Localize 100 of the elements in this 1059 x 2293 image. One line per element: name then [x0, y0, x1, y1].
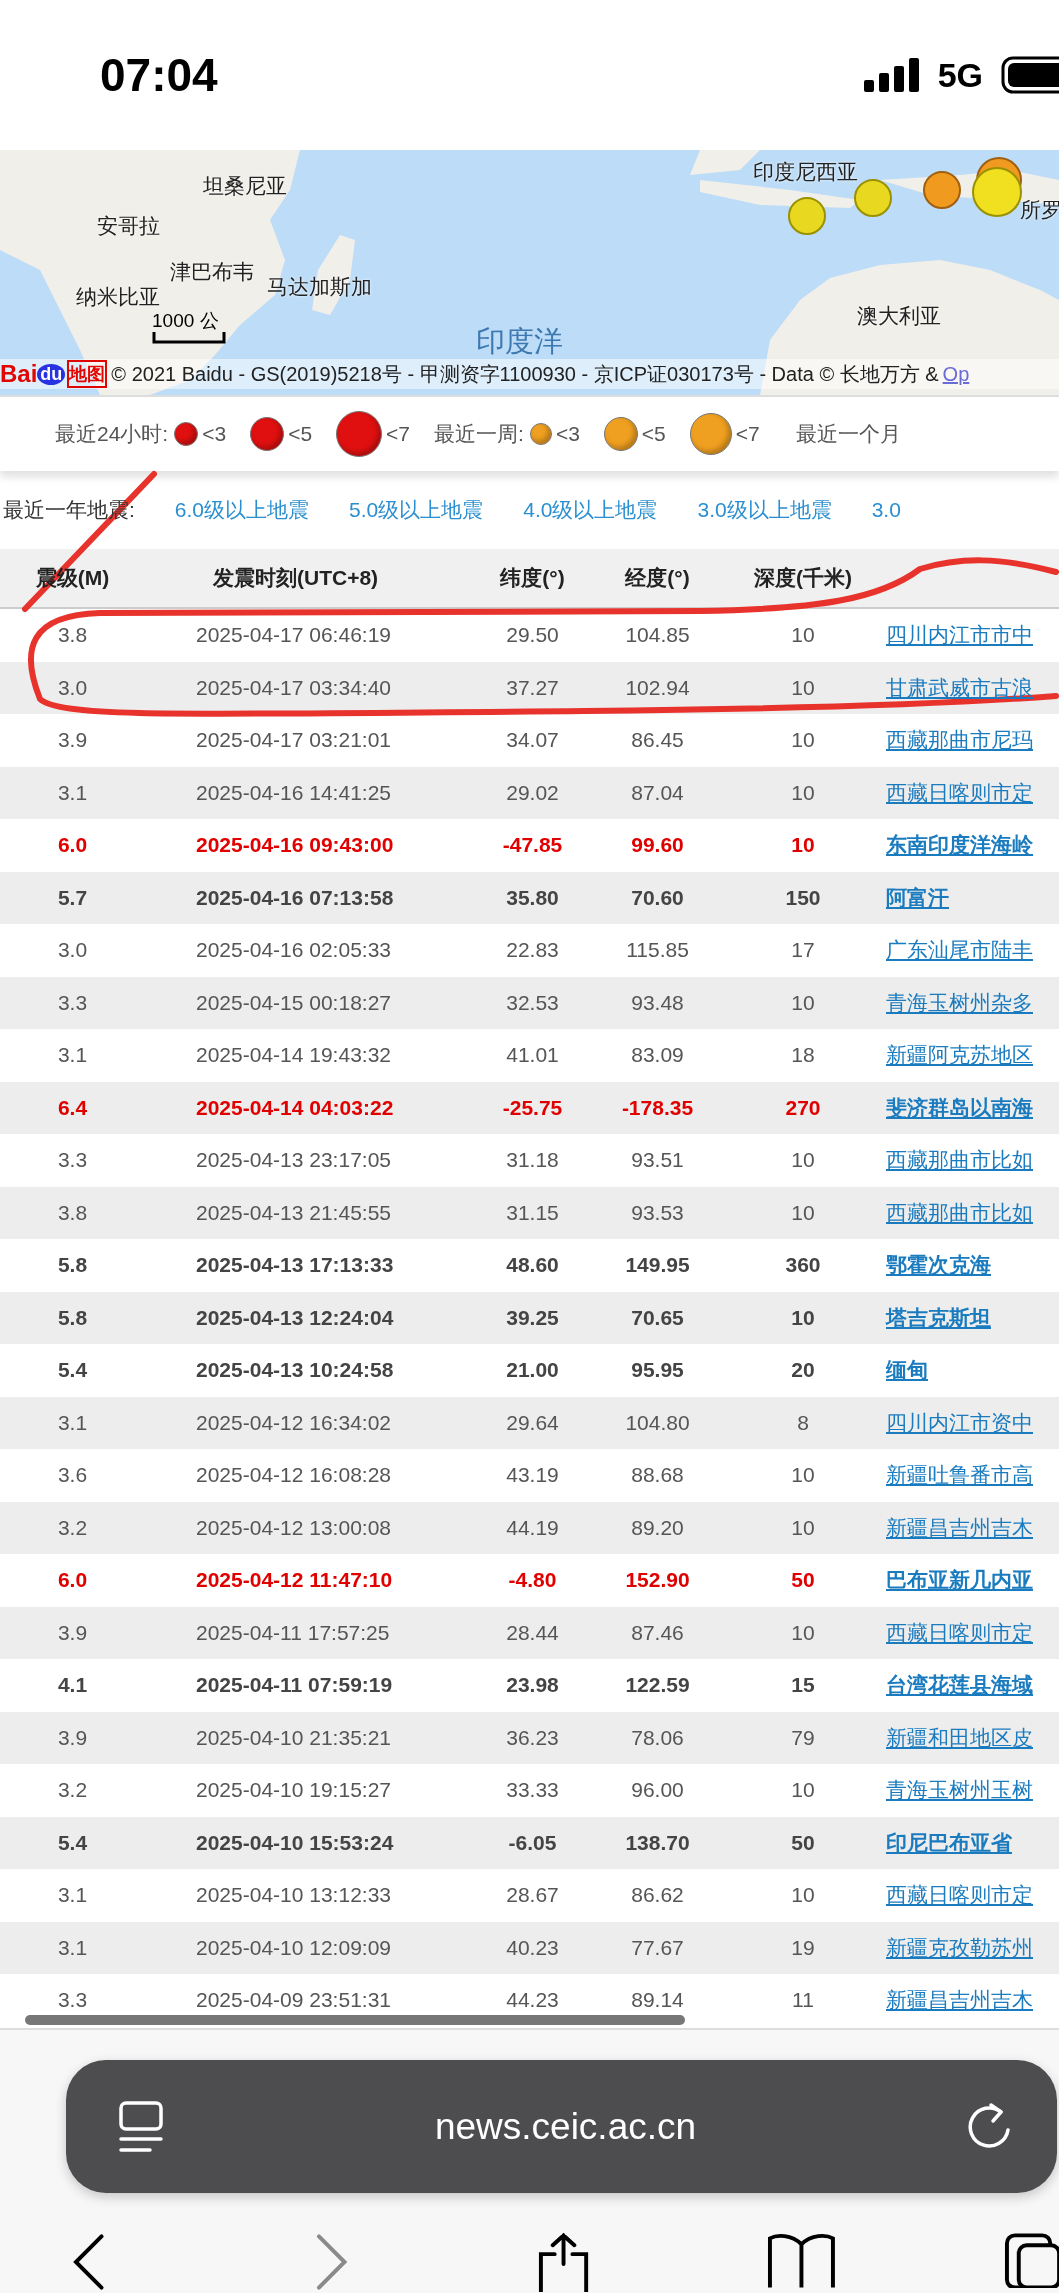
- filter-link[interactable]: 5.0级以上地震: [349, 496, 484, 524]
- table-cell-text: 3.8: [56, 623, 89, 648]
- table-cell-text: 4.1: [56, 1673, 89, 1698]
- table-cell-text: 31.18: [505, 1148, 560, 1173]
- scale-label: 1000 公: [152, 309, 219, 333]
- location-link[interactable]: 广东汕尾市陆丰: [886, 936, 1033, 965]
- table-cell-text: 77.67: [630, 1935, 685, 1960]
- legend-text: <5: [641, 422, 666, 446]
- table-cell-text: 10: [790, 780, 816, 805]
- location-link[interactable]: 鄂霍次克海: [886, 1251, 991, 1280]
- location-link[interactable]: 四川内江市资中: [886, 1408, 1033, 1437]
- table-cell-text: 10: [790, 623, 816, 648]
- table-cell-text: 10: [790, 833, 816, 858]
- table-cell-text: 28.67: [505, 1883, 560, 1908]
- table-cell-text: 10: [790, 990, 816, 1015]
- table-cell-text: 35.80: [505, 885, 560, 910]
- table-cell-text: 48.60: [505, 1253, 560, 1278]
- location-link[interactable]: 西藏那曲市尼玛: [886, 726, 1033, 755]
- table-cell-text: 29.64: [505, 1410, 560, 1435]
- table-cell-text: 2025-04-17 03:34:40: [195, 675, 392, 700]
- map-label: 安哥拉: [97, 213, 160, 239]
- table-cell-text: 40.23: [505, 1935, 560, 1960]
- location-link[interactable]: 新疆阿克苏地区: [886, 1041, 1033, 1070]
- location-link[interactable]: 塔吉克斯坦: [886, 1303, 991, 1332]
- location-link[interactable]: 巴布亚新几内亚: [886, 1566, 1033, 1595]
- table-cell-text: -6.05: [507, 1830, 558, 1855]
- location-link[interactable]: 青海玉树州杂多: [886, 988, 1033, 1017]
- table-cell-text: 11: [791, 1988, 815, 2013]
- location-link[interactable]: 新疆吐鲁番市高: [886, 1461, 1033, 1490]
- table-cell-text: 37.27: [505, 675, 560, 700]
- table-cell-text: 10: [790, 1305, 816, 1330]
- table-cell-text: 29.02: [505, 780, 560, 805]
- location-link[interactable]: 西藏日喀则市定: [886, 1881, 1033, 1910]
- table-cell-text: 18: [790, 1043, 816, 1068]
- table-cell-text: 33.33: [505, 1778, 560, 1803]
- table-cell-text: 93.48: [630, 990, 685, 1015]
- network-label: 5G: [937, 55, 983, 95]
- filter-link[interactable]: 6.0级以上地震: [174, 496, 310, 524]
- location-link[interactable]: 新疆昌吉州吉木: [886, 1986, 1033, 2015]
- location-link[interactable]: 台湾花莲县海域: [886, 1671, 1033, 1700]
- table-cell-text: 6.0: [56, 1568, 89, 1593]
- legend-text: <3: [202, 422, 227, 446]
- location-link[interactable]: 新疆昌吉州吉木: [886, 1513, 1033, 1542]
- table-cell-text: 21.00: [505, 1358, 560, 1383]
- table-cell-text: 5.8: [56, 1305, 89, 1330]
- table-cell-text: 2025-04-15 00:18:27: [195, 990, 392, 1015]
- location-link[interactable]: 四川内江市市中: [886, 621, 1033, 650]
- table-cell-text: 8: [796, 1410, 810, 1435]
- table-cell-text: 3.2: [56, 1515, 89, 1540]
- table-cell-text: 3.1: [56, 1043, 89, 1068]
- table-cell-text: 5.4: [56, 1358, 89, 1383]
- copyright-link[interactable]: Op: [942, 362, 970, 386]
- table-cell-text: 3.0: [56, 938, 89, 963]
- table-cell-text: 2025-04-10 12:09:09: [195, 1935, 392, 1960]
- table-cell-text: 89.14: [630, 1988, 685, 2013]
- location-link[interactable]: 缅甸: [886, 1356, 928, 1385]
- location-link[interactable]: 东南印度洋海岭: [886, 831, 1033, 860]
- table-cell-text: 79: [790, 1725, 816, 1750]
- table-cell-text: 32.53: [505, 990, 560, 1015]
- filter-link[interactable]: 3.0级以上地震: [697, 496, 832, 524]
- table-cell-text: 150: [784, 885, 822, 910]
- column-header: 纬度(°): [499, 565, 566, 591]
- location-link[interactable]: 青海玉树州玉树: [886, 1776, 1033, 1805]
- table-cell-text: 22.83: [505, 938, 560, 963]
- filter-link[interactable]: 3.0: [871, 498, 901, 522]
- table-cell-text: 122.59: [624, 1673, 691, 1698]
- location-link[interactable]: 阿富汗: [886, 883, 949, 912]
- location-link[interactable]: 印尼巴布亚省: [886, 1828, 1012, 1857]
- table-cell-text: 104.80: [624, 1410, 691, 1435]
- map-label: 纳米比亚: [76, 284, 160, 310]
- location-link[interactable]: 新疆和田地区皮: [886, 1723, 1033, 1752]
- table-cell-text: -47.85: [501, 833, 564, 858]
- table-cell-text: 17: [790, 938, 816, 963]
- table-cell-text: -25.75: [501, 1095, 564, 1120]
- table-cell-text: 3.1: [56, 780, 89, 805]
- location-link[interactable]: 西藏那曲市比如: [886, 1146, 1033, 1175]
- location-link[interactable]: 斐济群岛以南海: [886, 1093, 1033, 1122]
- table-cell-text: 2025-04-16 14:41:25: [195, 780, 392, 805]
- table-cell-text: 3.3: [56, 1148, 89, 1173]
- location-link[interactable]: 西藏那曲市比如: [886, 1198, 1033, 1227]
- location-link[interactable]: 甘肃武威市古浪: [886, 673, 1033, 702]
- location-link[interactable]: 新疆克孜勒苏州: [886, 1933, 1033, 1962]
- table-cell-text: 5.7: [56, 885, 89, 910]
- table-cell-text: 89.20: [630, 1515, 685, 1540]
- table-cell-text: 138.70: [624, 1830, 691, 1855]
- location-link[interactable]: 西藏日喀则市定: [886, 778, 1033, 807]
- table-cell-text: 2025-04-13 21:45:55: [195, 1200, 392, 1225]
- location-link[interactable]: 西藏日喀则市定: [886, 1618, 1033, 1647]
- table-cell-text: 104.85: [624, 623, 691, 648]
- table-cell-text: 95.95: [630, 1358, 685, 1383]
- table-cell-text: 2025-04-12 13:00:08: [195, 1515, 392, 1540]
- map-label: 津巴布韦: [170, 259, 254, 285]
- table-cell-text: 2025-04-13 17:13:33: [195, 1253, 395, 1278]
- table-cell-text: 93.53: [630, 1200, 685, 1225]
- address-bar[interactable]: news.ceic.ac.cn: [66, 2060, 1057, 2193]
- table-cell-text: 10: [790, 1463, 816, 1488]
- table-cell-text: 50: [790, 1568, 816, 1593]
- table-cell-text: 3.3: [56, 990, 89, 1015]
- legend-text: <7: [386, 422, 411, 446]
- filter-link[interactable]: 4.0级以上地震: [523, 496, 658, 524]
